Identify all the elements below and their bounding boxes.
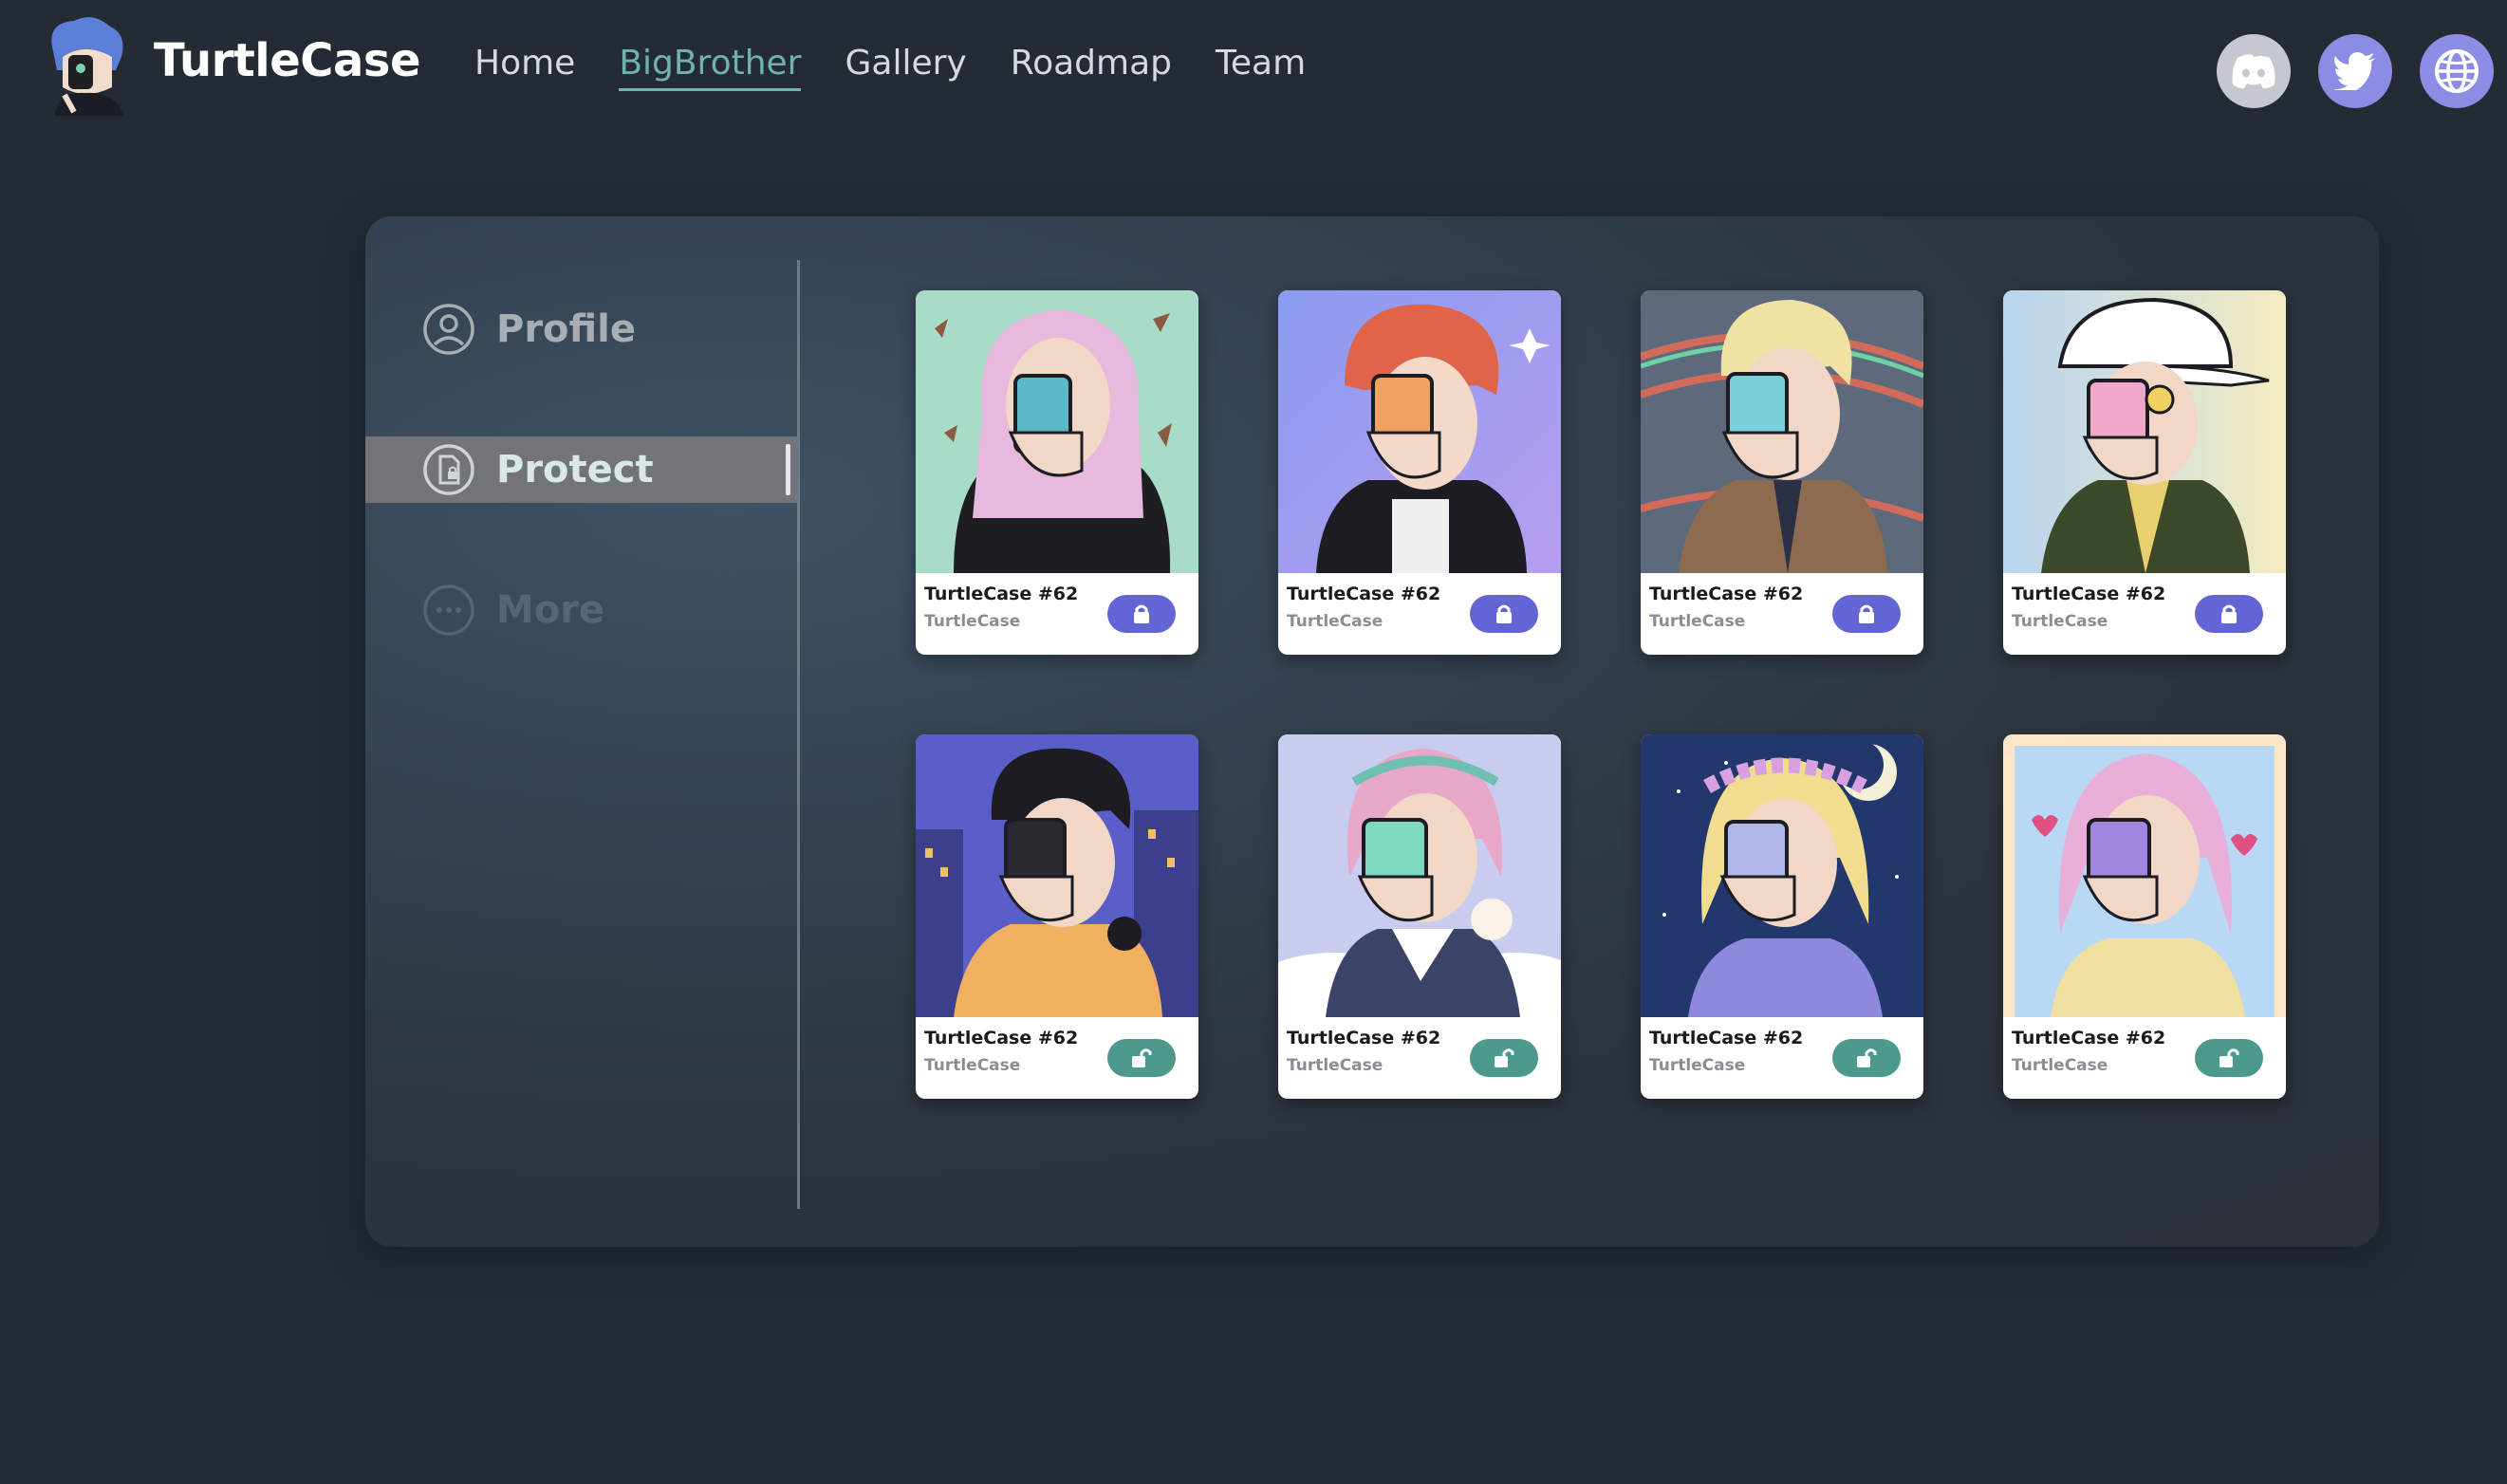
nft-card[interactable]: TurtleCase #62 TurtleCase (1278, 290, 1561, 655)
card-title: TurtleCase #62 (1287, 1028, 1441, 1048)
nft-card[interactable]: TurtleCase #62 TurtleCase (1641, 734, 1923, 1099)
card-collection: TurtleCase (1649, 612, 1746, 631)
card-title: TurtleCase #62 (2012, 584, 2166, 604)
discord-icon (2232, 54, 2275, 89)
unlock-button[interactable] (2195, 1039, 2263, 1077)
content-panel: Profile Protect More TurtleCase #62 Turt… (365, 216, 2379, 1247)
card-title: TurtleCase #62 (1649, 1028, 1804, 1048)
nft-card[interactable]: TurtleCase #62 TurtleCase (916, 290, 1198, 655)
card-collection: TurtleCase (1287, 612, 1383, 631)
card-title: TurtleCase #62 (1287, 584, 1441, 604)
nft-card[interactable]: TurtleCase #62 TurtleCase (1278, 734, 1561, 1099)
card-collection: TurtleCase (1649, 1056, 1746, 1075)
user-circle-icon (422, 303, 475, 356)
card-collection: TurtleCase (924, 1056, 1021, 1075)
nft-card[interactable]: TurtleCase #62 TurtleCase (2003, 734, 2286, 1099)
lock-icon (1496, 604, 1512, 623)
nft-artwork (916, 290, 1198, 573)
twitter-icon (2333, 52, 2375, 90)
turtlecase-logo[interactable] (36, 13, 135, 116)
lock-button[interactable] (1470, 595, 1538, 633)
shield-doc-icon (422, 443, 475, 496)
nft-artwork (1641, 290, 1923, 573)
nav-roadmap[interactable]: Roadmap (1011, 44, 1172, 91)
card-title: TurtleCase #62 (924, 584, 1079, 604)
card-collection: TurtleCase (2012, 612, 2108, 631)
lock-button[interactable] (2195, 595, 2263, 633)
nav-bigbrother[interactable]: BigBrother (619, 44, 802, 91)
card-title: TurtleCase #62 (2012, 1028, 2166, 1048)
nav-home[interactable]: Home (474, 44, 575, 91)
more-dots-icon (422, 584, 475, 637)
card-title: TurtleCase #62 (1649, 584, 1804, 604)
unlock-button[interactable] (1107, 1039, 1176, 1077)
nft-card[interactable]: TurtleCase #62 TurtleCase (916, 734, 1198, 1099)
globe-button[interactable] (2420, 34, 2494, 108)
nav-gallery[interactable]: Gallery (845, 44, 966, 91)
lock-icon (2221, 604, 2237, 623)
sidebar-item-profile[interactable]: Profile (365, 296, 798, 362)
lock-icon (1859, 604, 1874, 623)
top-navigation-bar: TurtleCase Home BigBrother Gallery Roadm… (0, 0, 2507, 133)
card-collection: TurtleCase (2012, 1056, 2108, 1075)
nft-artwork (916, 734, 1198, 1017)
lock-button[interactable] (1107, 595, 1176, 633)
nft-artwork (2003, 734, 2286, 1017)
discord-button[interactable] (2217, 34, 2291, 108)
lock-button[interactable] (1832, 595, 1901, 633)
card-collection: TurtleCase (924, 612, 1021, 631)
nft-card[interactable]: TurtleCase #62 TurtleCase (2003, 290, 2286, 655)
unlock-icon (1132, 1048, 1152, 1067)
unlock-icon (2219, 1048, 2239, 1067)
card-title: TurtleCase #62 (924, 1028, 1079, 1048)
sidebar-item-label: More (496, 588, 605, 632)
card-collection: TurtleCase (1287, 1056, 1383, 1075)
unlock-icon (1495, 1048, 1514, 1067)
lock-icon (1134, 604, 1149, 623)
sidebar-item-label: Protect (496, 448, 654, 492)
main-nav: Home BigBrother Gallery Roadmap Team (474, 44, 1349, 91)
unlock-icon (1857, 1048, 1877, 1067)
nft-artwork (1278, 290, 1561, 573)
globe-icon (2435, 49, 2479, 93)
nft-card[interactable]: TurtleCase #62 TurtleCase (1641, 290, 1923, 655)
sidebar-item-label: Profile (496, 307, 637, 351)
twitter-button[interactable] (2318, 34, 2392, 108)
nft-artwork (1278, 734, 1561, 1017)
sidebar-item-protect[interactable]: Protect (365, 436, 798, 503)
nav-team[interactable]: Team (1216, 44, 1306, 91)
unlock-button[interactable] (1832, 1039, 1901, 1077)
brand-name[interactable]: TurtleCase (154, 34, 421, 87)
nft-artwork (1641, 734, 1923, 1017)
sidebar-item-more[interactable]: More (365, 577, 798, 643)
nft-artwork (2003, 290, 2286, 573)
sidebar-divider (797, 260, 800, 1209)
unlock-button[interactable] (1470, 1039, 1538, 1077)
